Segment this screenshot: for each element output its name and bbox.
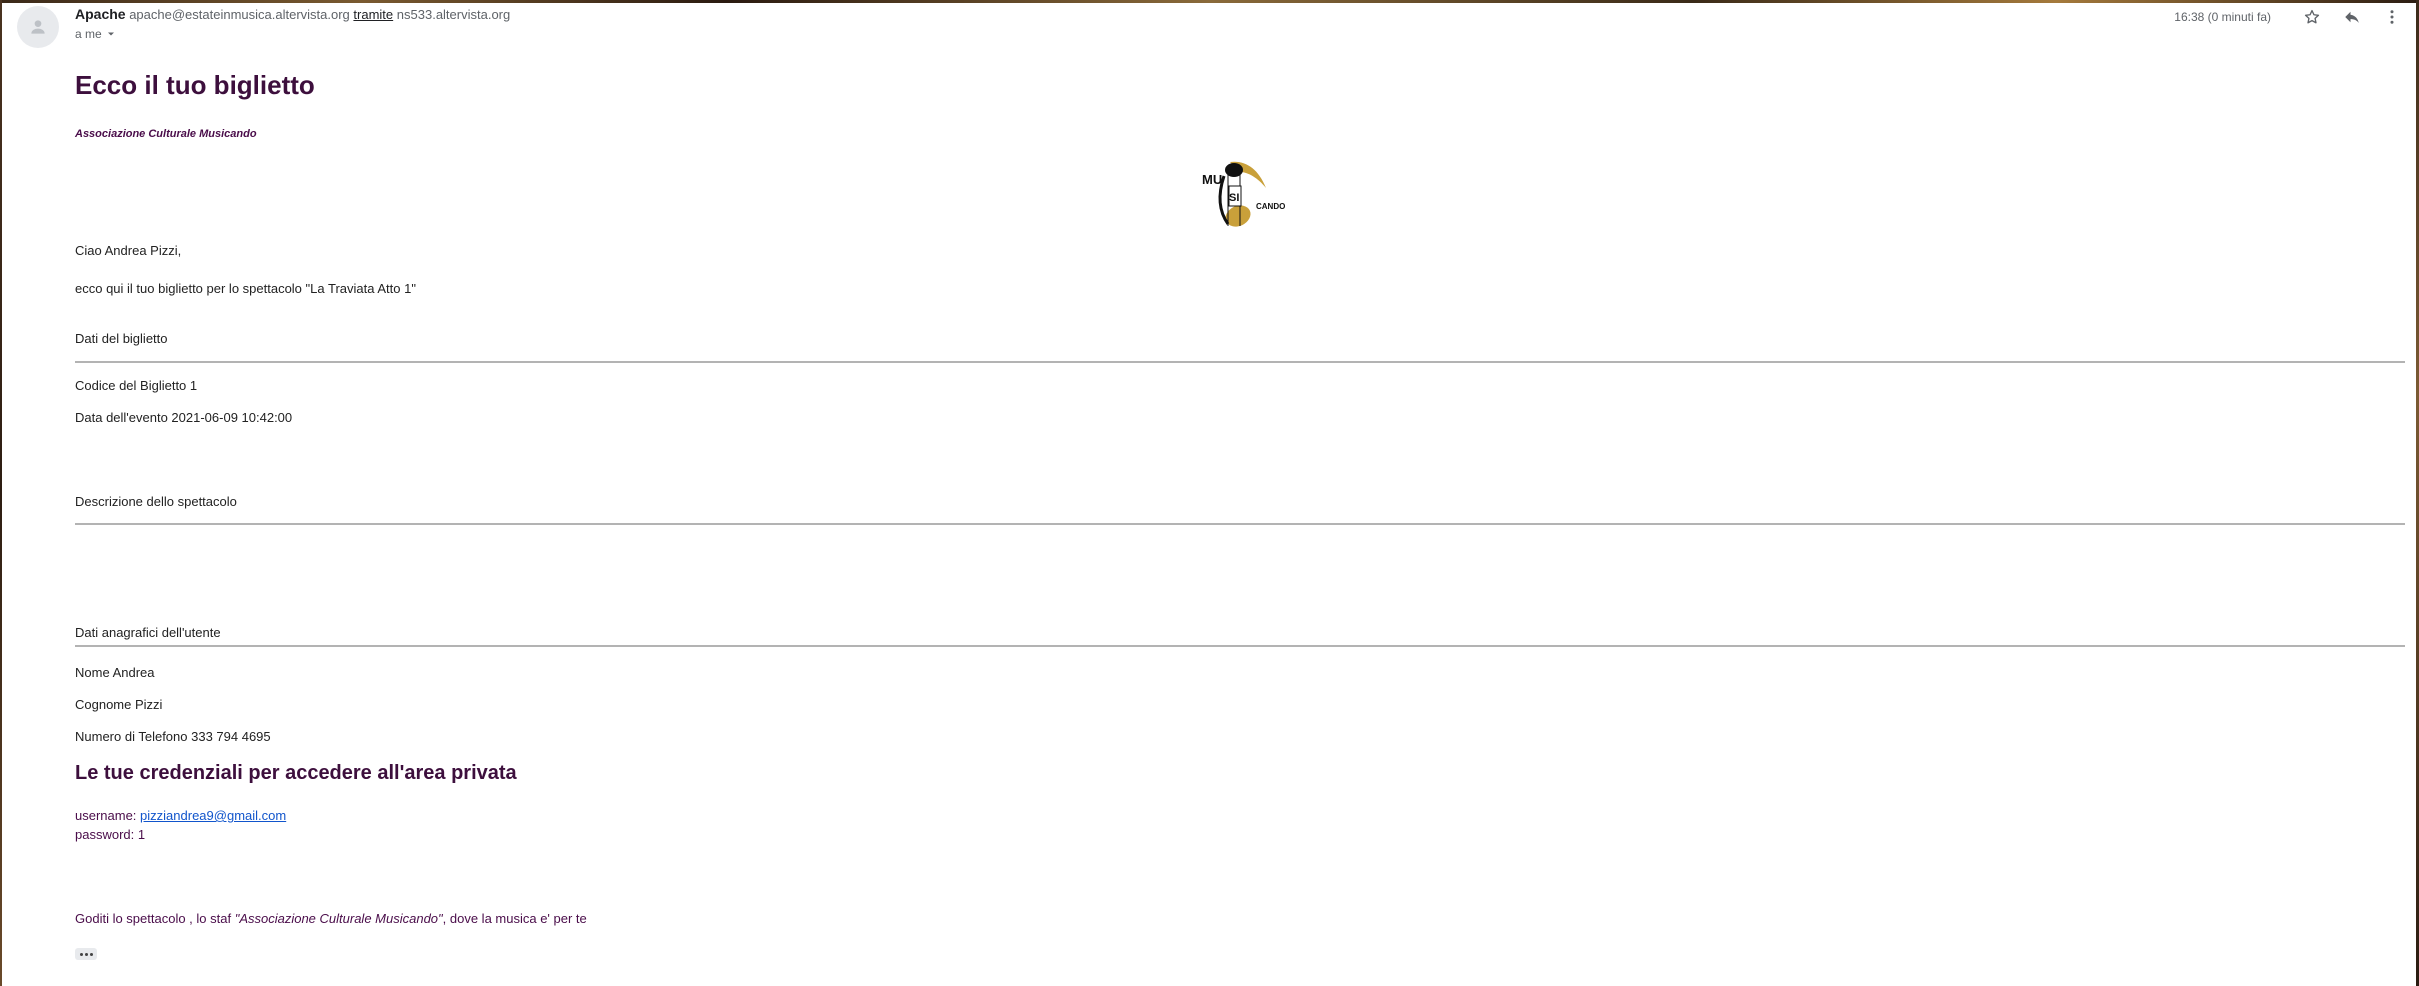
via-link[interactable]: tramite: [353, 7, 393, 22]
logo-text-cando: CANDO: [1256, 202, 1285, 211]
username-label: username:: [75, 808, 141, 823]
header-actions: 16:38 (0 minuti fa): [2174, 4, 2405, 30]
organization-name: Associazione Culturale Musicando: [75, 128, 257, 140]
ellipsis-dot: [89, 952, 93, 956]
musicando-logo: MU SI CANDO: [1202, 161, 1285, 227]
ticket-code: Codice del Biglietto 1: [75, 378, 198, 393]
closing-suffix: , dove la musica e' per te: [442, 911, 587, 926]
sender-email: apache@estateinmusica.altervista.org: [129, 7, 350, 22]
username-line: username: pizziandrea9@gmail.com: [75, 808, 286, 823]
user-surname: Cognome Pizzi: [75, 697, 163, 712]
intro-text: ecco qui il tuo biglietto per lo spettac…: [75, 281, 416, 296]
credentials-heading: Le tue credenziali per accedere all'area…: [75, 762, 517, 784]
closing-prefix: Goditi lo spettacolo , lo staf: [75, 911, 235, 926]
sender-name[interactable]: Apache: [75, 6, 126, 22]
password-line: password: 1: [75, 827, 146, 842]
recipient-label: a me: [75, 27, 102, 41]
greeting: Ciao Andrea Pizzi,: [75, 243, 182, 258]
background-strip-top: [0, 0, 2419, 3]
recipient-details-toggle[interactable]: a me: [75, 27, 116, 41]
divider: [75, 361, 2405, 363]
show-trimmed-content-button[interactable]: [75, 948, 97, 960]
more-options-button[interactable]: [2379, 4, 2405, 30]
user-section-heading: Dati anagrafici dell'utente: [75, 625, 221, 640]
caret-down-icon: [107, 32, 114, 36]
timestamp: 16:38 (0 minuti fa): [2174, 10, 2271, 24]
user-name: Nome Andrea: [75, 665, 155, 680]
sender-avatar[interactable]: [17, 6, 59, 48]
person-icon: [31, 20, 45, 34]
logo-text-si: SI: [1229, 192, 1239, 204]
divider: [75, 645, 2405, 647]
email-title: Ecco il tuo biglietto: [75, 70, 315, 100]
closing-message: Goditi lo spettacolo , lo staf "Associaz…: [75, 911, 587, 926]
event-date: Data dell'evento 2021-06-09 10:42:00: [75, 410, 293, 425]
reply-icon: [2345, 11, 2359, 23]
ellipsis-dot: [84, 952, 88, 956]
star-button[interactable]: [2299, 4, 2325, 30]
logo-text-mu: MU: [1202, 172, 1222, 187]
username-link[interactable]: pizziandrea9@gmail.com: [140, 808, 286, 823]
background-strip-left: [0, 0, 2, 986]
more-vert-icon: [2390, 10, 2394, 24]
description-section-heading: Descrizione dello spettacolo: [75, 494, 237, 509]
sender-line: Apache apache@estateinmusica.altervista.…: [75, 6, 510, 22]
ellipsis-dot: [79, 952, 83, 956]
closing-org: "Associazione Culturale Musicando": [234, 911, 443, 926]
reply-button[interactable]: [2339, 4, 2365, 30]
star-icon: [2304, 9, 2320, 24]
divider: [75, 523, 2405, 525]
ticket-section-heading: Dati del biglietto: [75, 331, 168, 346]
user-phone: Numero di Telefono 333 794 4695: [75, 729, 271, 744]
via-host: ns533.altervista.org: [396, 7, 511, 22]
